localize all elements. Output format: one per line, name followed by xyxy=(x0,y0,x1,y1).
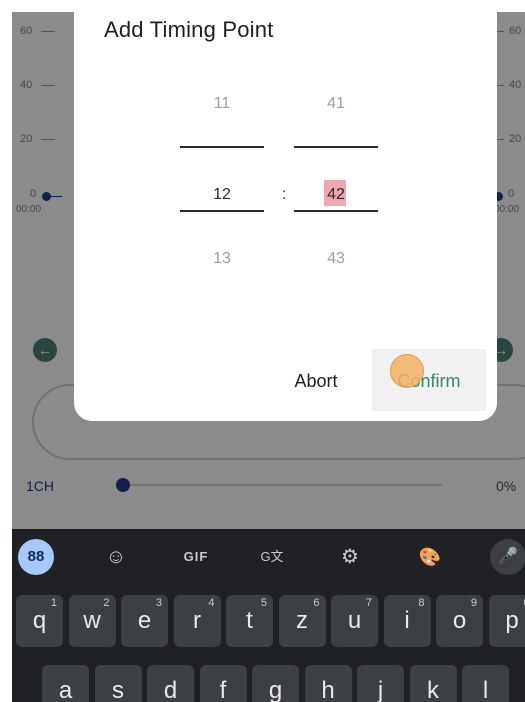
hour-below[interactable]: 13 xyxy=(180,250,264,268)
palette-icon[interactable]: 🎨 xyxy=(412,539,448,575)
minute-above[interactable]: 41 xyxy=(294,95,378,113)
key-t[interactable]: t5 xyxy=(226,595,273,647)
confirm-button[interactable]: Confirm xyxy=(372,349,486,411)
key-label: q xyxy=(32,607,47,634)
key-label: r xyxy=(193,607,201,634)
key-label: w xyxy=(83,607,101,634)
key-p[interactable]: p0 xyxy=(488,595,525,647)
key-g[interactable]: g xyxy=(252,665,299,702)
key-number-hint: 1 xyxy=(50,597,57,609)
key-label: i xyxy=(404,607,410,634)
time-separator: : xyxy=(282,186,287,203)
soft-keyboard: 88 ☺ GIF G文 ⚙ 🎨 🎤 q1w2e3r4t5z6u7i8o9p0 a… xyxy=(12,529,525,702)
picker-divider xyxy=(180,210,264,212)
key-l[interactable]: l xyxy=(462,665,509,702)
key-number-hint: 8 xyxy=(418,597,425,609)
key-k[interactable]: k xyxy=(409,665,457,702)
key-o[interactable]: o9 xyxy=(436,595,483,647)
minute-selected[interactable]: 42 xyxy=(294,186,378,204)
apps-icon[interactable]: 88 xyxy=(18,539,54,575)
key-number-hint: 4 xyxy=(208,597,215,609)
key-number-hint: 7 xyxy=(365,597,372,609)
key-f[interactable]: f xyxy=(199,665,247,702)
key-a[interactable]: a xyxy=(42,665,89,702)
gear-icon[interactable]: ⚙ xyxy=(332,539,368,575)
key-label: t xyxy=(246,607,253,634)
key-h[interactable]: h xyxy=(304,665,352,702)
key-label: u xyxy=(347,607,362,634)
key-label: e xyxy=(137,607,152,634)
key-number-hint: 3 xyxy=(155,597,162,609)
key-s[interactable]: s xyxy=(94,665,142,702)
mic-icon[interactable]: 🎤 xyxy=(490,539,525,575)
key-z[interactable]: z6 xyxy=(278,595,326,647)
translate-icon[interactable]: G文 xyxy=(254,539,290,575)
keyboard-toolbar: 88 ☺ GIF G文 ⚙ 🎨 🎤 xyxy=(12,529,525,581)
key-d[interactable]: d xyxy=(147,665,194,702)
key-u[interactable]: u7 xyxy=(331,595,378,647)
key-number-hint: 9 xyxy=(470,597,477,609)
key-label: z xyxy=(296,607,308,634)
key-number-hint: 6 xyxy=(313,597,320,609)
key-label: o xyxy=(452,607,467,634)
key-number-hint: 2 xyxy=(103,597,110,609)
picker-divider xyxy=(294,210,378,212)
key-i[interactable]: i8 xyxy=(383,595,431,647)
dialog-title: Add Timing Point xyxy=(104,17,274,42)
add-timing-dialog: Add Timing Point 11 12 13 : 41 42 43 Abo… xyxy=(74,12,497,421)
key-e[interactable]: e3 xyxy=(121,595,168,647)
key-number-hint: 5 xyxy=(260,597,267,609)
picker-divider xyxy=(294,146,378,148)
gif-icon[interactable]: GIF xyxy=(178,539,214,575)
hour-above[interactable]: 11 xyxy=(180,95,264,113)
key-label: p xyxy=(505,607,519,634)
key-w[interactable]: w2 xyxy=(68,595,116,647)
key-j[interactable]: j xyxy=(357,665,404,702)
key-r[interactable]: r4 xyxy=(173,595,221,647)
minute-below[interactable]: 43 xyxy=(294,250,378,268)
abort-button[interactable]: Abort xyxy=(280,362,352,400)
picker-divider xyxy=(180,146,264,148)
hour-selected[interactable]: 12 xyxy=(180,186,264,204)
key-q[interactable]: q1 xyxy=(16,595,63,647)
touch-indicator xyxy=(390,354,424,388)
sticker-icon[interactable]: ☺ xyxy=(98,539,134,575)
